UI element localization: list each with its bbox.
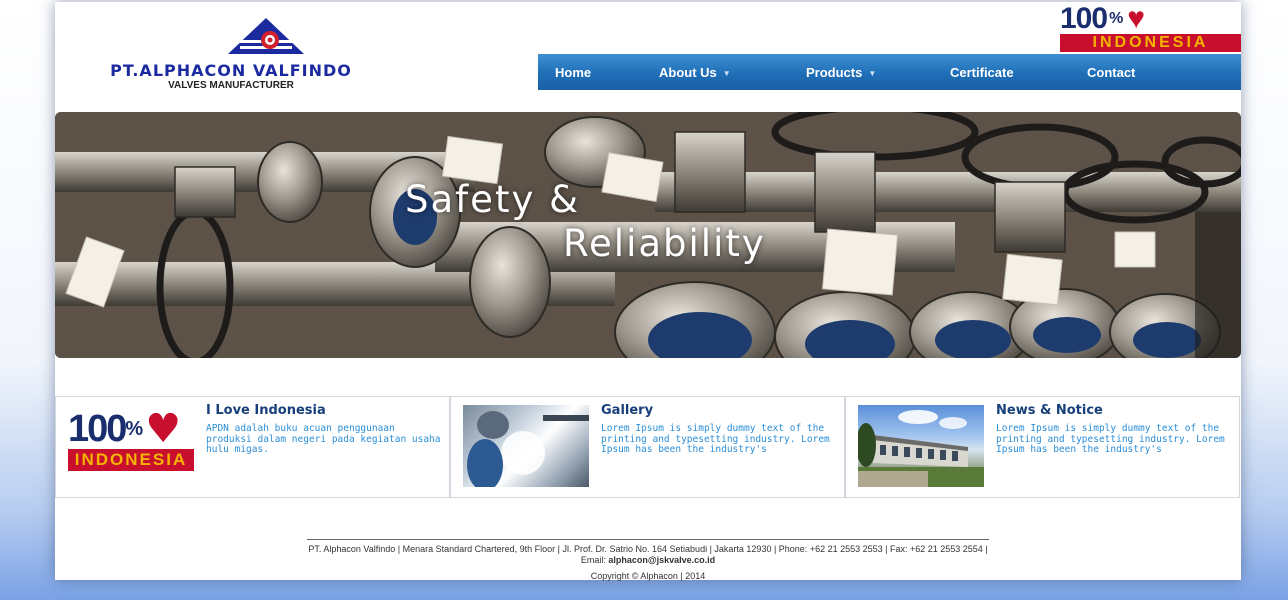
nav-products[interactable]: Products ▼ xyxy=(806,65,876,80)
indonesia-badge-header: 100 % ♥ INDONESIA xyxy=(1060,4,1241,54)
banner-headline-line2: Reliability xyxy=(563,222,766,265)
company-name: PT.ALPHACON VALFINDO xyxy=(110,61,352,80)
heart-icon: ♥ xyxy=(1127,2,1146,35)
nav-certificate[interactable]: Certificate xyxy=(950,65,1014,80)
footer-email-link[interactable]: alphacon@jskvalve.co.id xyxy=(608,555,715,565)
nav-label: Home xyxy=(555,65,592,80)
badge-percent: % xyxy=(125,417,144,440)
company-tagline: VALVES MANUFACTURER xyxy=(168,80,294,91)
feature-box-i-love-indonesia: 100 % ♥ INDONESIA I Love Indonesia APDN … xyxy=(55,396,450,498)
badge-word: INDONESIA xyxy=(1060,34,1241,52)
triangle-valve-logo-icon xyxy=(228,18,304,54)
box-title[interactable]: Gallery xyxy=(601,403,653,418)
badge-number: 100 xyxy=(1060,2,1108,35)
chevron-down-icon: ▼ xyxy=(868,69,877,79)
box-text: Lorem Ipsum is simply dummy text of the … xyxy=(601,423,830,455)
100-percent-indonesia-badge[interactable]: 100 % ♥ INDONESIA xyxy=(68,405,194,487)
banner-headline-line1: Safety & xyxy=(405,178,580,221)
nav-label: Contact xyxy=(1087,65,1136,80)
welding-worker-photo[interactable] xyxy=(463,405,589,487)
hero-banner: Safety & Reliability xyxy=(55,112,1241,358)
nav-home[interactable]: Home xyxy=(555,65,591,80)
box-title[interactable]: I Love Indonesia xyxy=(206,403,326,418)
main-nav: Home About Us ▼ Products ▼ Certificate Con… xyxy=(538,54,1241,90)
badge-number: 100 xyxy=(68,408,127,450)
badge-percent: % xyxy=(1109,10,1124,28)
footer-copyright: Copyright © Alphacon | 2014 xyxy=(590,571,706,581)
page-container: PT.ALPHACON VALFINDO VALVES MANUFACTURER… xyxy=(55,2,1241,581)
box-text: Lorem Ipsum is simply dummy text of the … xyxy=(996,423,1225,455)
nav-label: Products xyxy=(806,65,863,80)
nav-about-us[interactable]: About Us ▼ xyxy=(659,65,731,80)
footer-email-label: Email: xyxy=(580,555,606,565)
nav-label: Certificate xyxy=(950,65,1014,80)
footer-email-line: Email: alphacon@jskvalve.co.id xyxy=(55,555,1241,565)
nav-contact[interactable]: Contact xyxy=(1087,65,1135,80)
footer-address: PT. Alphacon Valfindo | Menara Standard … xyxy=(308,544,988,554)
feature-box-gallery: Gallery Lorem Ipsum is simply dummy text… xyxy=(450,396,845,498)
chevron-down-icon: ▼ xyxy=(722,69,731,79)
feature-box-news-notice: News & Notice Lorem Ipsum is simply dumm… xyxy=(845,396,1240,498)
company-logo[interactable]: PT.ALPHACON VALFINDO VALVES MANUFACTURER xyxy=(91,16,371,96)
footer-divider xyxy=(307,539,989,540)
box-text: APDN adalah buku acuan penggunaan produk… xyxy=(206,423,441,455)
heart-icon: ♥ xyxy=(145,406,182,452)
box-title[interactable]: News & Notice xyxy=(996,403,1103,418)
factory-building-photo[interactable] xyxy=(858,405,984,487)
nav-label: About Us xyxy=(659,65,717,80)
badge-word: INDONESIA xyxy=(68,449,194,471)
